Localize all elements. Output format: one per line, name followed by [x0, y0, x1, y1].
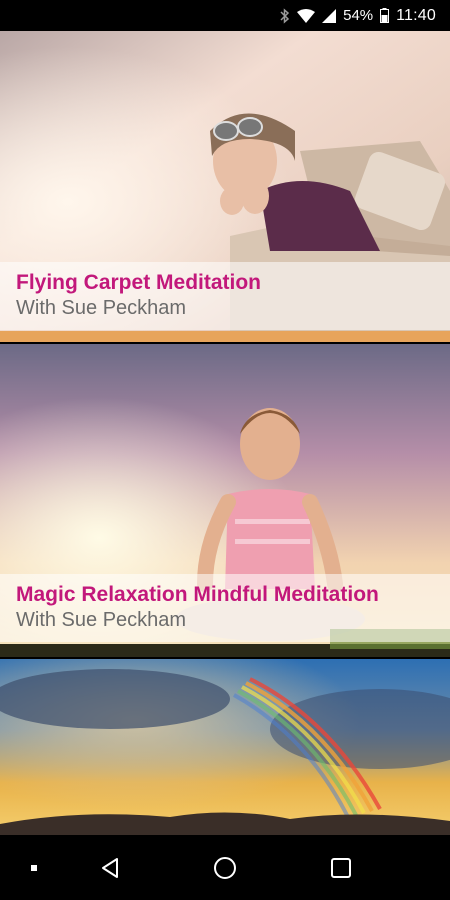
home-icon[interactable] [204, 835, 246, 900]
status-bar: 54% 11:40 [0, 0, 450, 31]
card-caption: Flying Carpet Meditation With Sue Peckha… [0, 262, 450, 330]
navigation-bar [0, 835, 450, 900]
meditation-card-flying-carpet[interactable]: Flying Carpet Meditation With Sue Peckha… [0, 31, 450, 342]
back-icon[interactable] [90, 835, 130, 900]
card-caption: Magic Relaxation Mindful Meditation With… [0, 574, 450, 642]
card-subtitle: With Sue Peckham [16, 297, 187, 319]
meditation-card-magic-relaxation[interactable]: Magic Relaxation Mindful Meditation With… [0, 344, 450, 657]
signal-icon [322, 8, 337, 23]
menu-dot-icon[interactable] [20, 835, 48, 900]
card-title: Magic Relaxation Mindful Meditation [16, 583, 379, 606]
meditation-card-rainbow[interactable] [0, 659, 450, 835]
battery-percent: 54% [343, 7, 374, 24]
status-time: 11:40 [396, 6, 436, 24]
card-title: Flying Carpet Meditation [16, 271, 262, 294]
card-subtitle: With Sue Peckham [16, 609, 187, 631]
recents-icon[interactable] [320, 835, 362, 900]
wifi-icon [297, 8, 316, 23]
battery-icon [380, 8, 390, 23]
bluetooth-icon [280, 7, 290, 24]
card-image-rainbow-sky [0, 659, 450, 835]
